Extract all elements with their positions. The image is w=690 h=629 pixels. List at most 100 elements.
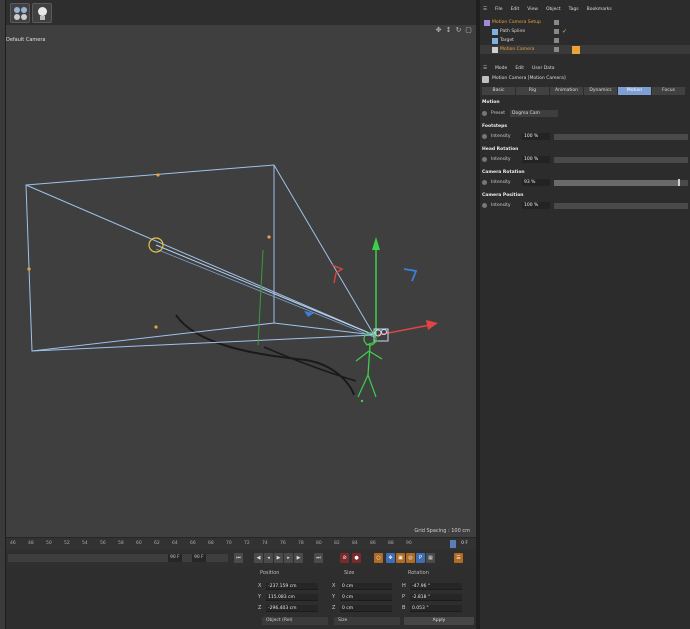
section-camera-rotation-title: Camera Rotation [482,170,525,175]
next-key-button[interactable]: ▶ [294,553,303,563]
position-z-field[interactable]: -296.403 cm [266,605,318,612]
record-active-button[interactable]: ⊘ [340,553,349,563]
size-mode-select[interactable]: Size [334,617,400,625]
menu-tags[interactable]: Tags [569,5,579,14]
move-view-icon[interactable]: ✥ [435,27,442,34]
target-null-icon [492,37,498,44]
size-z-field[interactable]: 0 cm [340,605,392,612]
maximize-view-icon[interactable]: ▢ [465,27,472,34]
ruler-tick: 54 [82,541,88,546]
intensity-field[interactable]: 100 % [522,202,550,209]
3d-viewport[interactable]: Default Camera ✥ ↕ ↻ ▢ Grid Spacing : 10… [6,25,476,537]
frustum-edge-2 [273,164,375,336]
intensity-label: Intensity [491,203,511,208]
go-to-end-button[interactable]: ⏭ [314,553,323,563]
animate-dot-icon[interactable] [482,157,487,162]
render-bulb-icon[interactable] [32,3,52,23]
next-frame-button[interactable]: ▸ [284,553,293,563]
record-parameter-icon[interactable]: P [416,553,425,563]
tab-focus[interactable]: Focus [652,87,685,95]
rotate-view-icon[interactable]: ↻ [455,27,462,34]
object-row-path-spline[interactable]: Path Spline ✓ [480,27,690,36]
tab-motion[interactable]: Motion [618,87,651,95]
animate-dot-icon[interactable] [482,180,487,185]
record-position-icon[interactable]: ✥ [386,553,395,563]
rotation-b-field[interactable]: 0.053 ° [410,605,462,612]
tab-rig[interactable]: Rig [516,87,549,95]
rig-arm-left [355,350,370,362]
intensity-field[interactable]: 100 % [522,156,550,163]
tab-animation[interactable]: Animation [550,87,583,95]
axis-label: B [402,605,406,611]
prev-key-button[interactable]: ◀ [254,553,263,563]
slider-knob[interactable] [677,179,680,186]
play-button[interactable]: ▶ [274,553,283,563]
menu-icon[interactable]: ☰ [483,5,487,14]
menu-view[interactable]: View [527,5,538,14]
menu-bookmarks[interactable]: Bookmarks [587,5,612,14]
prev-frame-button[interactable]: ◂ [264,553,273,563]
menu-icon[interactable]: ☰ [483,64,487,73]
animate-dot-icon[interactable] [482,134,487,139]
intensity-field[interactable]: 100 % [522,133,550,140]
rotation-p-field[interactable]: -2.818 ° [410,594,462,601]
menu-edit[interactable]: Edit [515,64,524,73]
check-icon[interactable]: ✓ [562,27,567,36]
camera-tag-icon[interactable] [572,45,580,54]
playhead-marker[interactable] [450,540,456,548]
tab-dynamics[interactable]: Dynamics [584,87,617,95]
axis-label: Y [332,594,336,600]
coordinate-mode-select[interactable]: Object (Rel) [262,617,328,625]
section-camera-position-title: Camera Position [482,193,524,198]
position-x-field[interactable]: -237.159 cm [266,583,318,590]
animate-dot-icon[interactable] [482,203,487,208]
menu-object[interactable]: Object [546,5,561,14]
intensity-slider[interactable] [554,156,688,163]
tab-basic[interactable]: Basic [482,87,515,95]
menu-mode[interactable]: Mode [495,64,507,73]
intensity-field[interactable]: 93 % [522,179,550,186]
zoom-view-icon[interactable]: ↕ [445,27,452,34]
preset-select[interactable]: Dogma Cam [510,110,558,117]
point-level-icon[interactable]: ▦ [426,553,435,563]
axis-label: X [258,583,262,589]
preview-max-field[interactable]: 90 F [192,554,206,562]
keyframe-selection-icon[interactable]: ○ [374,553,383,563]
menu-user-data[interactable]: User Data [532,64,554,73]
object-name: Motion Camera Setup [492,20,541,25]
timeline-ruler[interactable]: 46 48 50 52 54 56 58 60 62 64 66 68 70 7… [6,537,476,550]
ruler-tick: 72 [244,541,250,546]
menu-edit[interactable]: Edit [511,5,520,14]
object-row-target[interactable]: Target [480,36,690,45]
ruler-tick: 58 [118,541,124,546]
red-flag-marker [331,264,344,284]
grid-spacing-label: Grid Spacing : 100 cm [414,528,470,534]
intensity-label: Intensity [491,180,511,185]
go-to-start-button[interactable]: ⏮ [234,553,243,563]
record-scale-icon[interactable]: ▣ [396,553,405,563]
intensity-slider[interactable] [554,202,688,209]
menu-file[interactable]: File [495,5,503,14]
size-y-field[interactable]: 0 cm [340,594,392,601]
views-layout-icon[interactable] [10,3,30,23]
camera-look-line [155,244,375,336]
animate-dot-icon[interactable] [482,111,487,116]
intensity-slider[interactable] [554,179,688,186]
ruler-tick: 76 [280,541,286,546]
size-x-field[interactable]: 0 cm [340,583,392,590]
position-y-field[interactable]: 115.083 cm [266,594,318,601]
preset-label: Preset [491,111,506,116]
object-row-motion-camera-setup[interactable]: Motion Camera Setup [480,18,690,27]
object-name: Path Spline [500,29,526,34]
attribute-manager-menu: ☰ Mode Edit User Data [480,64,554,73]
autokey-button[interactable]: ● [352,553,361,563]
object-row-motion-camera[interactable]: Motion Camera [480,45,690,54]
rotation-h-field[interactable]: -47.96 ° [410,583,462,590]
apply-button[interactable]: Apply [404,617,474,625]
motion-path-spline [175,314,355,396]
timeline-window-icon[interactable]: ☰ [454,553,463,563]
camera-label[interactable]: Default Camera [6,37,45,43]
record-rotation-icon[interactable]: ◎ [406,553,415,563]
intensity-slider[interactable] [554,133,688,140]
preview-min-field[interactable]: 90 F [168,554,182,562]
